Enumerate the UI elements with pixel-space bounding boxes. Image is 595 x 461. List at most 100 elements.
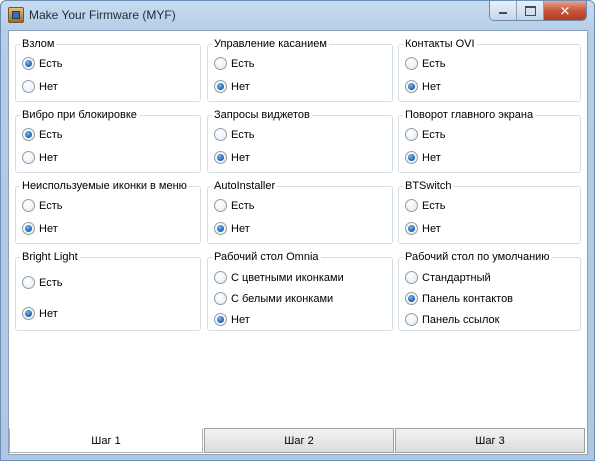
radio-label: Панель контактов bbox=[422, 292, 514, 305]
radio-option[interactable]: Нет bbox=[22, 151, 58, 164]
group-title: AutoInstaller bbox=[212, 180, 278, 192]
radio-option[interactable]: Есть bbox=[22, 199, 62, 212]
group-title: Контакты OVI bbox=[403, 38, 477, 50]
group-title: Рабочий стол Omnia bbox=[212, 251, 321, 263]
radio-label: Есть bbox=[231, 57, 255, 70]
radio-unchecked-icon[interactable] bbox=[405, 57, 418, 70]
radio-unchecked-icon[interactable] bbox=[405, 313, 418, 326]
radio-option[interactable]: Нет bbox=[405, 80, 441, 93]
radio-option[interactable]: С цветными иконками bbox=[214, 271, 344, 284]
group-title: Вибро при блокировке bbox=[20, 109, 139, 121]
radio-label: Нет bbox=[39, 151, 58, 164]
radio-option[interactable]: Есть bbox=[22, 128, 62, 141]
radio-label: Нет bbox=[422, 222, 441, 235]
radio-option[interactable]: Нет bbox=[214, 222, 250, 235]
maximize-icon bbox=[525, 6, 536, 16]
radio-label: Панель ссылок bbox=[422, 313, 500, 326]
radio-label: Есть bbox=[39, 199, 63, 212]
radio-checked-icon[interactable] bbox=[405, 80, 418, 93]
radio-label: Нет bbox=[231, 222, 250, 235]
tab-label: Шаг 3 bbox=[475, 435, 505, 447]
radio-label: С цветными иконками bbox=[231, 271, 344, 284]
radio-checked-icon[interactable] bbox=[214, 151, 227, 164]
radio-unchecked-icon[interactable] bbox=[405, 128, 418, 141]
close-icon: ✕ bbox=[559, 3, 571, 18]
radio-unchecked-icon[interactable] bbox=[405, 199, 418, 212]
radio-option[interactable]: Нет bbox=[22, 222, 58, 235]
group-lock-vibro: Вибро при блокировке Есть Нет bbox=[15, 109, 201, 173]
radio-checked-icon[interactable] bbox=[22, 128, 35, 141]
radio-unchecked-icon[interactable] bbox=[214, 57, 227, 70]
group-main-screen-rotate: Поворот главного экрана Есть Нет bbox=[398, 109, 581, 173]
radio-label: Нет bbox=[39, 80, 58, 93]
radio-unchecked-icon[interactable] bbox=[405, 271, 418, 284]
tab-label: Шаг 2 bbox=[284, 435, 314, 447]
radio-option[interactable]: Есть bbox=[214, 199, 254, 212]
radio-checked-icon[interactable] bbox=[22, 57, 35, 70]
radio-label: Нет bbox=[422, 80, 441, 93]
radio-checked-icon[interactable] bbox=[405, 292, 418, 305]
tab-step-3[interactable]: Шаг 3 bbox=[395, 428, 585, 453]
radio-option[interactable]: Есть bbox=[405, 128, 445, 141]
radio-checked-icon[interactable] bbox=[22, 222, 35, 235]
group-title: Поворот главного экрана bbox=[403, 109, 536, 121]
radio-option[interactable]: Стандартный bbox=[405, 271, 491, 284]
radio-option[interactable]: Есть bbox=[214, 57, 254, 70]
radio-label: Нет bbox=[39, 222, 58, 235]
radio-label: Нет bbox=[39, 307, 58, 320]
radio-option[interactable]: Панель ссылок bbox=[405, 313, 499, 326]
group-btswitch: BTSwitch Есть Нет bbox=[398, 180, 581, 244]
radio-checked-icon[interactable] bbox=[214, 80, 227, 93]
radio-unchecked-icon[interactable] bbox=[22, 199, 35, 212]
radio-label: Есть bbox=[422, 128, 446, 141]
maximize-button[interactable] bbox=[517, 1, 544, 20]
radio-unchecked-icon[interactable] bbox=[214, 128, 227, 141]
radio-option[interactable]: Нет bbox=[214, 80, 250, 93]
radio-label: Есть bbox=[39, 128, 63, 141]
tab-step-2[interactable]: Шаг 2 bbox=[204, 428, 394, 453]
radio-checked-icon[interactable] bbox=[405, 222, 418, 235]
radio-unchecked-icon[interactable] bbox=[22, 276, 35, 289]
radio-label: Есть bbox=[39, 276, 63, 289]
radio-option[interactable]: Есть bbox=[405, 57, 445, 70]
radio-unchecked-icon[interactable] bbox=[214, 199, 227, 212]
radio-unchecked-icon[interactable] bbox=[22, 151, 35, 164]
radio-option[interactable]: С белыми иконками bbox=[214, 292, 333, 305]
tab-label: Шаг 1 bbox=[91, 435, 121, 447]
group-title: Управление касанием bbox=[212, 38, 329, 50]
radio-checked-icon[interactable] bbox=[214, 222, 227, 235]
tab-step-1[interactable]: Шаг 1 bbox=[9, 428, 203, 453]
radio-option[interactable]: Нет bbox=[214, 151, 250, 164]
group-title: BTSwitch bbox=[403, 180, 454, 192]
radio-unchecked-icon[interactable] bbox=[214, 292, 227, 305]
radio-label: Есть bbox=[231, 128, 255, 141]
radio-label: С белыми иконками bbox=[231, 292, 334, 305]
group-default-desktop: Рабочий стол по умолчанию Стандартный Пане… bbox=[398, 251, 581, 331]
radio-label: Нет bbox=[231, 80, 250, 93]
radio-option[interactable]: Панель контактов bbox=[405, 292, 513, 305]
close-button[interactable]: ✕ bbox=[544, 1, 586, 20]
radio-option[interactable]: Есть bbox=[405, 199, 445, 212]
group-title: Bright Light bbox=[20, 251, 80, 263]
group-ovi-contacts: Контакты OVI Есть Нет bbox=[398, 38, 581, 102]
radio-option[interactable]: Есть bbox=[22, 57, 62, 70]
group-vzlom: Взлом Есть Нет bbox=[15, 38, 201, 102]
radio-option[interactable]: Нет bbox=[214, 313, 250, 326]
title-bar[interactable]: Make Your Firmware (MYF) ✕ bbox=[1, 1, 594, 29]
radio-option[interactable]: Есть bbox=[214, 128, 254, 141]
radio-option[interactable]: Нет bbox=[22, 80, 58, 93]
group-bright-light: Bright Light Есть Нет bbox=[15, 251, 201, 331]
minimize-icon bbox=[499, 12, 507, 14]
radio-option[interactable]: Есть bbox=[22, 276, 62, 289]
radio-checked-icon[interactable] bbox=[405, 151, 418, 164]
radio-label: Есть bbox=[422, 199, 446, 212]
radio-option[interactable]: Нет bbox=[22, 307, 58, 320]
radio-unchecked-icon[interactable] bbox=[22, 80, 35, 93]
radio-option[interactable]: Нет bbox=[405, 151, 441, 164]
group-unused-menu-icons: Неиспользуемые иконки в меню Есть Нет bbox=[15, 180, 201, 244]
minimize-button[interactable] bbox=[490, 1, 517, 20]
radio-checked-icon[interactable] bbox=[214, 313, 227, 326]
radio-checked-icon[interactable] bbox=[22, 307, 35, 320]
radio-unchecked-icon[interactable] bbox=[214, 271, 227, 284]
radio-option[interactable]: Нет bbox=[405, 222, 441, 235]
